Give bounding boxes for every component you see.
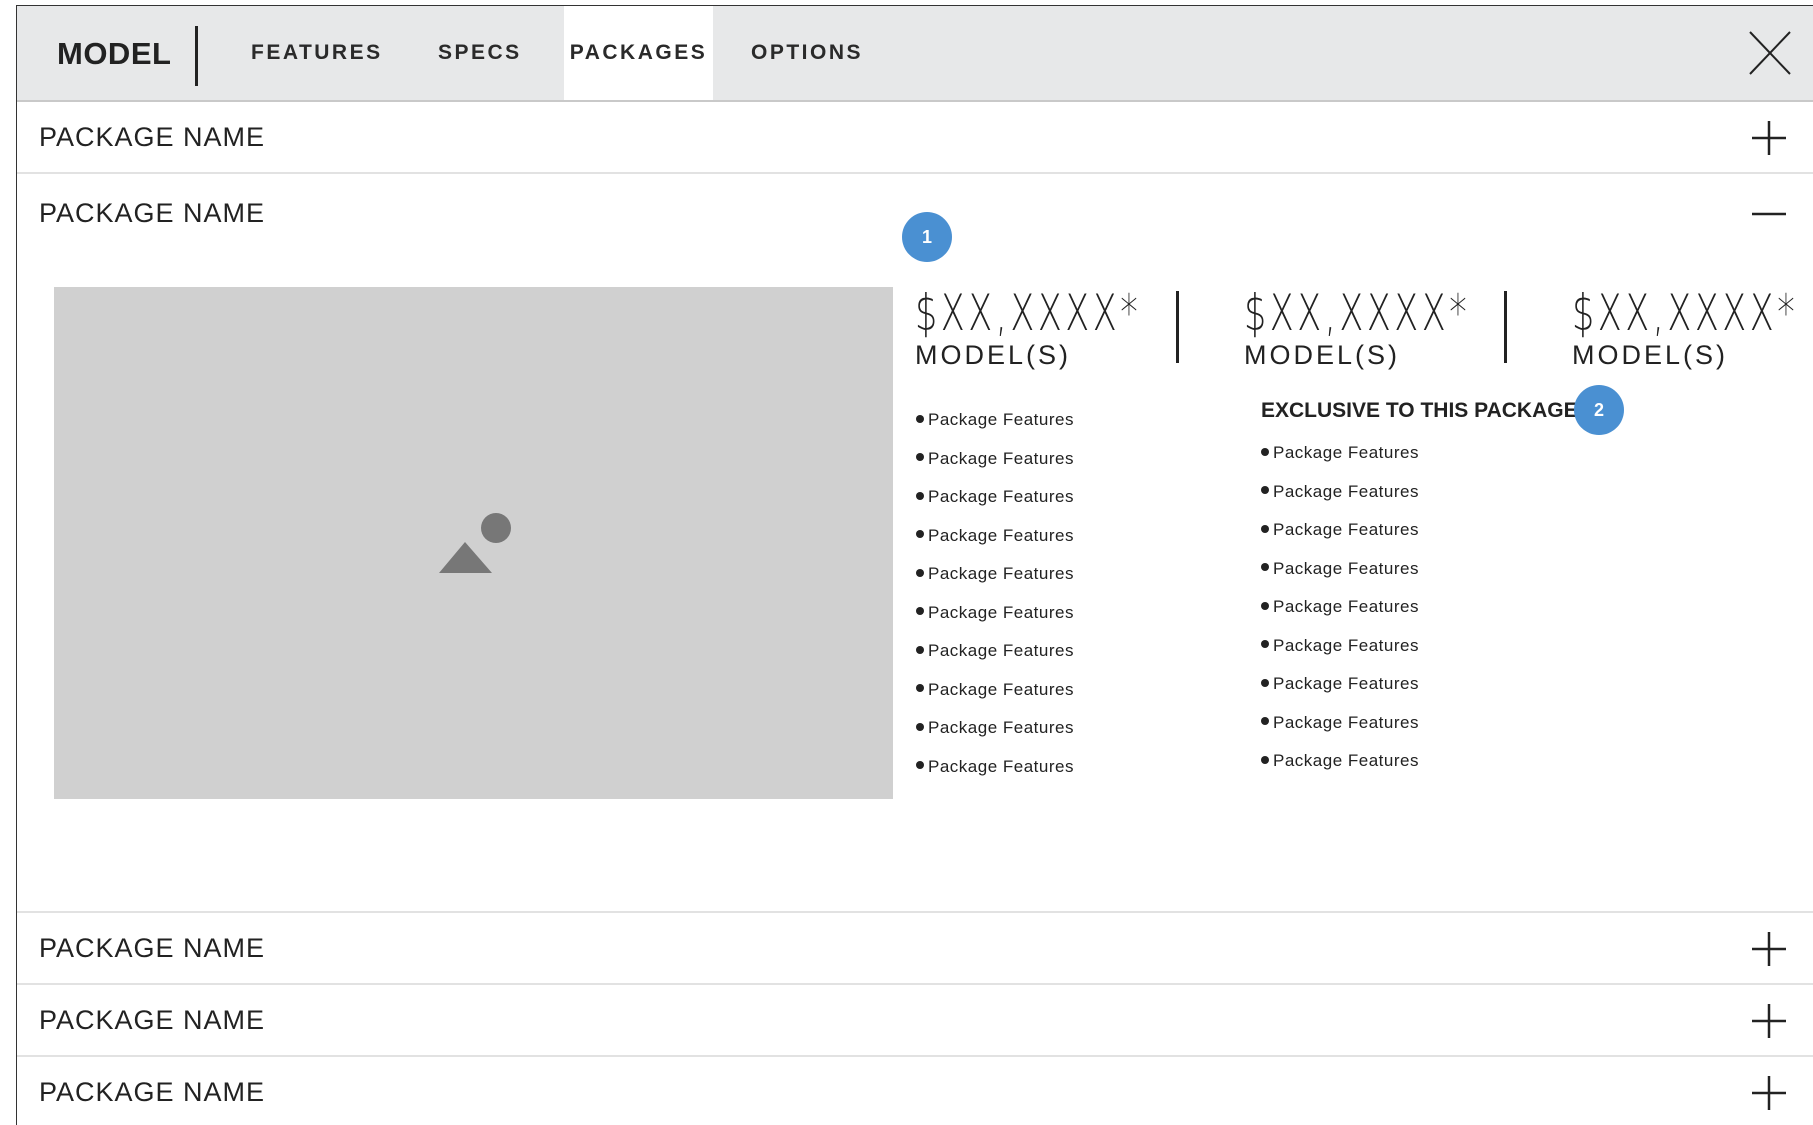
brand-title: MODEL bbox=[57, 36, 172, 71]
package-row[interactable]: PACKAGE NAME bbox=[17, 913, 1813, 985]
image-placeholder-icon bbox=[439, 513, 511, 573]
close-x-icon bbox=[1749, 31, 1791, 75]
feature-text: Package Features bbox=[1273, 558, 1419, 578]
list-item: Package Features bbox=[1261, 712, 1419, 751]
feature-text: Package Features bbox=[1273, 520, 1419, 539]
feature-text: Package Features bbox=[1273, 597, 1419, 616]
price-model-label: MODEL(S) bbox=[915, 340, 1072, 370]
package-image-placeholder bbox=[54, 287, 893, 799]
exclusive-feature-list: Package Features Package Features Packag… bbox=[1261, 442, 1419, 789]
list-item: Package Features bbox=[916, 448, 1074, 487]
feature-text: Package Features bbox=[928, 487, 1074, 506]
plus-icon[interactable] bbox=[1749, 1073, 1789, 1113]
list-item: Package Features bbox=[1261, 635, 1419, 674]
list-item: Package Features bbox=[916, 602, 1074, 641]
package-name: PACKAGE NAME bbox=[39, 198, 266, 228]
feature-text: Package Features bbox=[928, 718, 1074, 737]
feature-text: Package Features bbox=[1273, 443, 1419, 462]
package-row[interactable]: PACKAGE NAME bbox=[17, 985, 1813, 1057]
feature-text: Package Features bbox=[1273, 751, 1419, 770]
price-divider bbox=[1176, 291, 1179, 363]
list-item: Package Features bbox=[1261, 481, 1419, 520]
tab-specs[interactable]: SPECS bbox=[438, 6, 522, 100]
package-name: PACKAGE NAME bbox=[39, 122, 266, 152]
list-item: Package Features bbox=[1261, 442, 1419, 481]
packages-panel: MODEL FEATURES SPECS PACKAGES OPTIONS PA… bbox=[16, 5, 1813, 1125]
list-item: Package Features bbox=[1261, 519, 1419, 558]
package-row[interactable]: PACKAGE NAME bbox=[17, 102, 1813, 174]
exclusive-heading: EXCLUSIVE TO THIS PACKAGE bbox=[1261, 399, 1578, 422]
tab-features[interactable]: FEATURES bbox=[251, 6, 383, 100]
package-name: PACKAGE NAME bbox=[39, 1077, 266, 1107]
feature-text: Package Features bbox=[928, 602, 1074, 622]
price-block: $XX,XXXX* MODEL(S) bbox=[915, 288, 1238, 371]
feature-text: Package Features bbox=[1273, 712, 1419, 732]
close-button[interactable] bbox=[1745, 28, 1795, 78]
package-name: PACKAGE NAME bbox=[39, 933, 266, 963]
brand-divider bbox=[195, 26, 198, 86]
feature-text: Package Features bbox=[928, 525, 1074, 545]
package-row[interactable]: PACKAGE NAME bbox=[17, 1057, 1813, 1125]
step-badge-2: 2 bbox=[1574, 385, 1624, 435]
feature-text: Package Features bbox=[928, 410, 1074, 429]
plus-icon[interactable] bbox=[1749, 1001, 1789, 1041]
list-item: Package Features bbox=[916, 525, 1074, 564]
list-item: Package Features bbox=[916, 717, 1074, 756]
price-value: $XX,XXXX* bbox=[1244, 284, 1471, 342]
feature-text: Package Features bbox=[928, 564, 1074, 583]
package-name: PACKAGE NAME bbox=[39, 1005, 266, 1035]
feature-text: Package Features bbox=[928, 448, 1074, 468]
list-item: Package Features bbox=[916, 486, 1074, 525]
price-divider bbox=[1504, 291, 1507, 363]
feature-text: Package Features bbox=[1273, 635, 1419, 655]
tab-options[interactable]: OPTIONS bbox=[751, 6, 863, 100]
price-model-label: MODEL(S) bbox=[1244, 340, 1401, 370]
list-item: Package Features bbox=[1261, 673, 1419, 712]
list-item: Package Features bbox=[916, 409, 1074, 448]
price-value: $XX,XXXX* bbox=[915, 284, 1142, 342]
list-item: Package Features bbox=[916, 563, 1074, 602]
plus-icon[interactable] bbox=[1749, 929, 1789, 969]
feature-text: Package Features bbox=[928, 641, 1074, 660]
minus-icon[interactable] bbox=[1749, 194, 1789, 234]
feature-list: Package Features Package Features Packag… bbox=[916, 409, 1074, 794]
feature-text: Package Features bbox=[928, 679, 1074, 699]
price-block: $XX,XXXX* MODEL(S) bbox=[1572, 288, 1813, 371]
list-item: Package Features bbox=[1261, 558, 1419, 597]
price-block: $XX,XXXX* MODEL(S) bbox=[1244, 288, 1567, 371]
tab-packages[interactable]: PACKAGES bbox=[564, 6, 713, 100]
list-item: Package Features bbox=[1261, 750, 1419, 789]
list-item: Package Features bbox=[916, 756, 1074, 795]
list-item: Package Features bbox=[916, 679, 1074, 718]
feature-text: Package Features bbox=[1273, 674, 1419, 693]
price-value: $XX,XXXX* bbox=[1572, 284, 1799, 342]
list-item: Package Features bbox=[1261, 596, 1419, 635]
top-nav: MODEL FEATURES SPECS PACKAGES OPTIONS bbox=[17, 6, 1813, 102]
plus-icon[interactable] bbox=[1749, 118, 1789, 158]
feature-text: Package Features bbox=[928, 756, 1074, 776]
price-model-label: MODEL(S) bbox=[1572, 340, 1729, 370]
step-badge-1: 1 bbox=[902, 212, 952, 262]
list-item: Package Features bbox=[916, 640, 1074, 679]
feature-text: Package Features bbox=[1273, 481, 1419, 501]
